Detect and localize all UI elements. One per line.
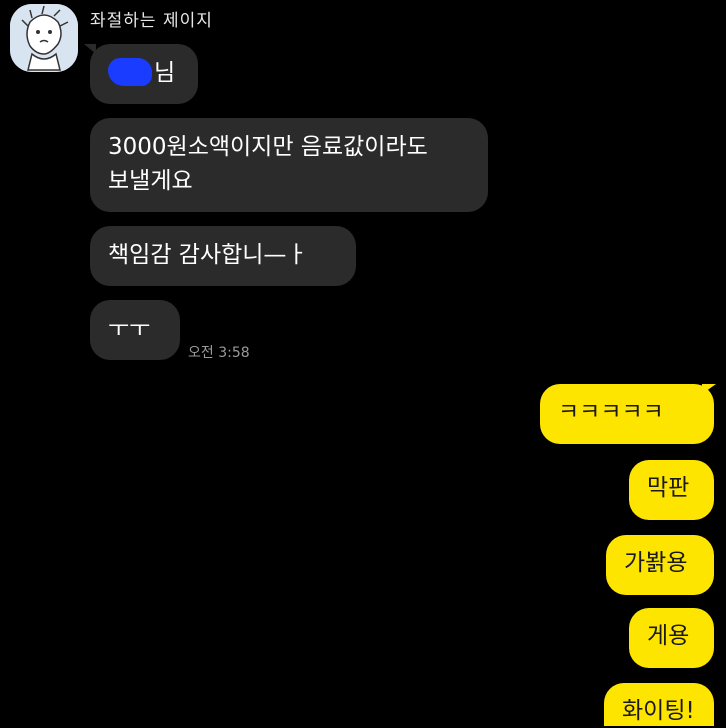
outgoing-message-text: 게용 [647,623,690,649]
outgoing-message-text: 가봙용 [624,550,688,576]
outgoing-message-bubble[interactable]: 게용 [629,608,714,668]
sender-name: 좌절하는 제이지 [90,11,213,31]
outgoing-message-bubble[interactable]: ㅋㅋㅋㅋㅋ [540,384,714,444]
incoming-message-text: 님 [154,60,176,86]
message-timestamp: 오전 3:58 [188,345,250,361]
outgoing-message-text: 화이팅! [622,698,695,724]
incoming-message-text: 책임감 감사합니—ㅏ [108,242,308,268]
outgoing-message-text: ㅋㅋㅋㅋㅋ [558,399,664,425]
incoming-message-bubble[interactable]: 3000원소액이지만 음료값이라도 보낼게요 [90,118,488,212]
incoming-message-text: 보낼게요 [108,168,193,194]
outgoing-message-bubble[interactable]: 가봙용 [606,535,714,595]
redacted-name-mask [108,58,152,86]
incoming-message-bubble[interactable]: 님 [90,44,198,104]
incoming-message-bubble[interactable]: ㅜㅜ [90,300,180,360]
character-sketch-avatar-icon [10,4,78,72]
outgoing-message-bubble[interactable]: 막판 [629,460,714,520]
incoming-message-bubble[interactable]: 책임감 감사합니—ㅏ [90,226,356,286]
outgoing-message-bubble[interactable]: 화이팅! [604,683,714,726]
sender-avatar[interactable] [10,4,78,72]
incoming-message-text: ㅜㅜ [108,316,151,342]
outgoing-message-text: 막판 [647,475,690,501]
incoming-message-text: 3000원소액이지만 음료값이라도 [108,134,428,160]
